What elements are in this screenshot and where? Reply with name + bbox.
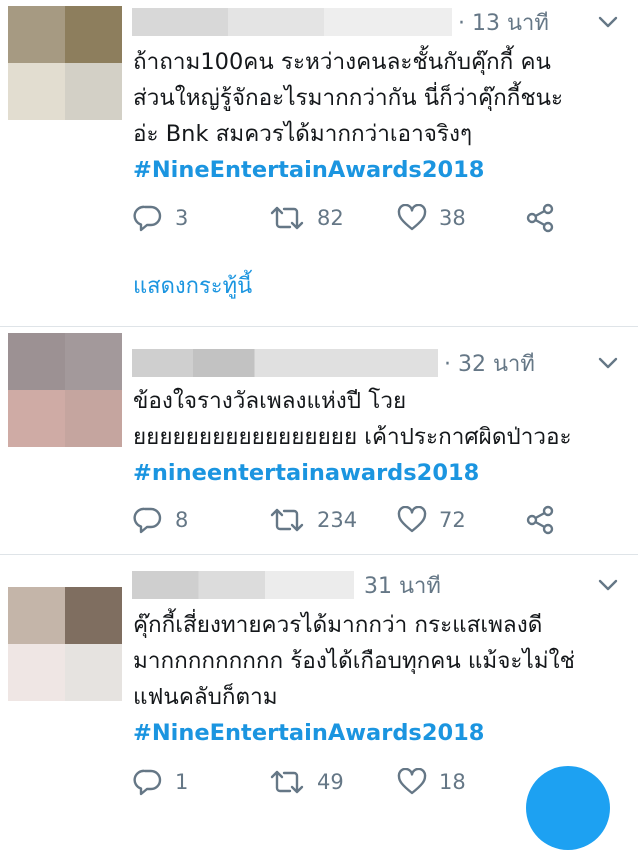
avatar[interactable]: [8, 587, 122, 701]
tweet-text-line: ยยยยยยยยยยยยยยยยย เค้าประกาศผิดป่าวอะ: [133, 424, 572, 450]
reply-count: 1: [175, 770, 189, 794]
reply-count: 8: [175, 508, 189, 532]
tweet-header: · 13 นาที: [132, 6, 549, 38]
heart-icon: [397, 506, 427, 533]
tweet-text-line: มากกกกกกกกก ร้องได้เกือบทุกคน แม้จะไม่ใช…: [133, 648, 575, 674]
retweet-count: 234: [317, 508, 358, 532]
retweet-icon: [270, 770, 304, 794]
reply-button[interactable]: 3: [133, 202, 188, 234]
reply-icon: [133, 769, 162, 796]
blurred-username: [132, 349, 438, 377]
tweet-text-line: ถ้าถาม100คน ระหว่างคนละชั้นกับคุ๊กกี้ คน: [133, 49, 551, 75]
tweet-actions: 1 49 18: [133, 766, 573, 798]
tweet-timestamp[interactable]: 31 นาที: [364, 568, 441, 603]
avatar[interactable]: [8, 333, 122, 447]
tweet-text-line: ส่วนใหญ่รู้จักอะไรมากกว่ากัน นี่ก็ว่าคุ๊…: [133, 85, 564, 111]
share-button[interactable]: [525, 504, 567, 536]
tweet-actions: 3 82 38: [133, 202, 573, 234]
tweet-text: ข้องใจรางวัลเพลงแห่งปี โวย ยยยยยยยยยยยยย…: [133, 383, 624, 491]
hashtag-link[interactable]: #NineEntertainAwards2018: [133, 152, 624, 188]
reply-icon: [133, 507, 162, 534]
tweet-header: 31 นาที: [132, 569, 441, 601]
tweet-actions: 8 234 72: [133, 504, 573, 536]
tweet-timestamp[interactable]: · 13 นาที: [458, 5, 549, 40]
tweet-text: ถ้าถาม100คน ระหว่างคนละชั้นกับคุ๊กกี้ คน…: [133, 44, 624, 188]
tweet-text: คุ๊กกี้เสี่ยงทายควรได้มากกว่า กระแสเพลงด…: [133, 607, 624, 751]
blurred-username: [132, 8, 452, 36]
show-thread-link[interactable]: แสดงกระทู้นี้: [133, 268, 252, 303]
tweet-text-line: แฟนคลับก็ตาม: [133, 684, 278, 710]
reply-button[interactable]: 8: [133, 504, 188, 536]
compose-tweet-button[interactable]: [526, 766, 610, 850]
chevron-down-icon[interactable]: [596, 351, 620, 375]
reply-icon: [133, 205, 162, 232]
retweet-count: 82: [317, 206, 344, 230]
like-count: 72: [439, 508, 466, 532]
like-button[interactable]: 18: [397, 766, 466, 798]
like-button[interactable]: 72: [397, 504, 466, 536]
share-icon: [526, 505, 554, 535]
tweet-header: · 32 นาที: [132, 347, 535, 379]
hashtag-link[interactable]: #NineEntertainAwards2018: [133, 715, 624, 751]
retweet-count: 49: [317, 770, 344, 794]
like-count: 38: [439, 206, 466, 230]
heart-icon: [397, 204, 427, 231]
retweet-button[interactable]: 82: [269, 202, 344, 234]
retweet-icon: [270, 206, 304, 230]
reply-button[interactable]: 1: [133, 766, 188, 798]
retweet-button[interactable]: 49: [269, 766, 344, 798]
heart-icon: [397, 768, 427, 795]
avatar[interactable]: [8, 6, 122, 120]
tweet-timestamp[interactable]: · 32 นาที: [444, 346, 535, 381]
like-count: 18: [439, 770, 466, 794]
chevron-down-icon[interactable]: [596, 573, 620, 597]
like-button[interactable]: 38: [397, 202, 466, 234]
tweet-1[interactable]: · 13 นาที ถ้าถาม100คน ระหว่างคนละชั้นกับ…: [0, 0, 638, 326]
tweet-3[interactable]: 31 นาที คุ๊กกี้เสี่ยงทายควรได้มากกว่า กร…: [0, 555, 638, 800]
hashtag-link[interactable]: #nineentertainawards2018: [133, 455, 624, 491]
retweet-button[interactable]: 234: [269, 504, 357, 536]
tweet-text-line: คุ๊กกี้เสี่ยงทายควรได้มากกว่า กระแสเพลงด…: [133, 612, 543, 638]
tweet-2[interactable]: · 32 นาที ข้องใจรางวัลเพลงแห่งปี โวย ยยย…: [0, 327, 638, 554]
retweet-icon: [270, 508, 304, 532]
blurred-username: [132, 571, 354, 599]
tweet-text-line: อ่ะ Bnk สมควรได้มากกว่าเอาจริงๆ: [133, 121, 473, 147]
tweet-text-line: ข้องใจรางวัลเพลงแห่งปี โวย: [133, 388, 407, 414]
chevron-down-icon[interactable]: [596, 10, 620, 34]
share-button[interactable]: [525, 202, 567, 234]
reply-count: 3: [175, 206, 189, 230]
share-icon: [526, 203, 554, 233]
